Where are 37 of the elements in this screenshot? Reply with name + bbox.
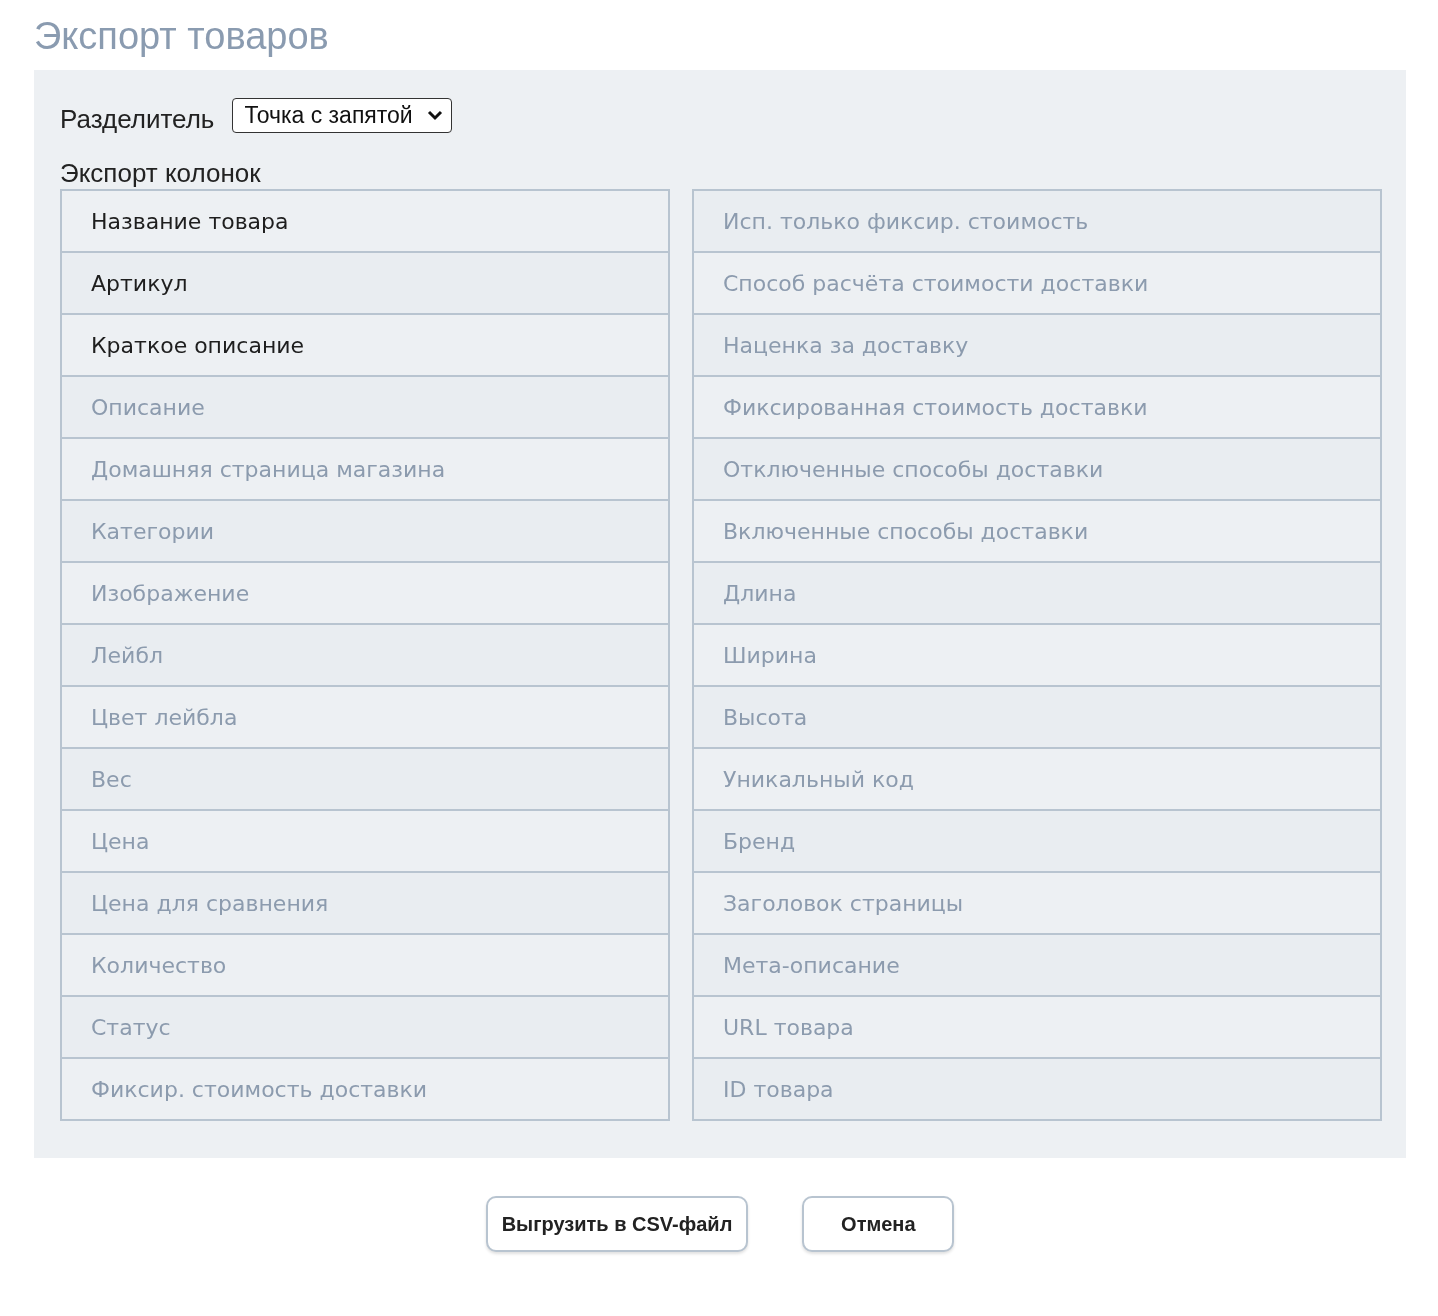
column-option[interactable]: Вес (60, 747, 670, 811)
column-option[interactable]: Уникальный код (692, 747, 1382, 811)
export-button[interactable]: Выгрузить в CSV-файл (485, 1196, 749, 1252)
column-option[interactable]: Краткое описание (60, 313, 670, 377)
columns-label: Экспорт колонок (60, 157, 262, 190)
column-option[interactable]: Описание (60, 375, 670, 439)
cancel-button[interactable]: Отмена (802, 1196, 955, 1252)
separator-dropdown[interactable]: Точка с запятой (232, 98, 452, 133)
column-option[interactable]: Цена для сравнения (60, 871, 670, 935)
column-option[interactable]: Способ расчёта стоимости доставки (692, 251, 1382, 315)
column-option[interactable]: Домашняя страница магазина (60, 437, 670, 501)
column-option[interactable]: Заголовок страницы (692, 871, 1382, 935)
column-option[interactable]: Высота (692, 685, 1382, 749)
column-option[interactable]: Название товара (60, 189, 670, 253)
column-option[interactable]: ID товара (692, 1057, 1382, 1121)
page-title: Экспорт товаров (34, 14, 330, 59)
column-option[interactable]: Наценка за доставку (692, 313, 1382, 377)
column-option[interactable]: URL товара (692, 995, 1382, 1059)
column-option[interactable]: Мета-описание (692, 933, 1382, 997)
separator-label: Разделитель (60, 103, 215, 135)
column-option[interactable]: Цвет лейбла (60, 685, 670, 749)
column-option[interactable]: Лейбл (60, 623, 670, 687)
column-option[interactable]: Артикул (60, 251, 670, 315)
column-option[interactable]: Изображение (60, 561, 670, 625)
column-option[interactable]: Фиксированная стоимость доставки (692, 375, 1382, 439)
column-option[interactable]: Длина (692, 561, 1382, 625)
column-option[interactable]: Статус (60, 995, 670, 1059)
column-option[interactable]: Отключенные способы доставки (692, 437, 1382, 501)
column-option[interactable]: Количество (60, 933, 670, 997)
chevron-down-icon (426, 110, 443, 121)
column-option[interactable]: Категории (60, 499, 670, 563)
column-option[interactable]: Цена (60, 809, 670, 873)
column-option[interactable]: Ширина (692, 623, 1382, 687)
column-option[interactable]: Фиксир. стоимость доставки (60, 1057, 670, 1121)
column-option[interactable]: Включенные способы доставки (692, 499, 1382, 563)
column-option[interactable]: Исп. только фиксир. стоимость (692, 189, 1382, 253)
column-option[interactable]: Бренд (692, 809, 1382, 873)
